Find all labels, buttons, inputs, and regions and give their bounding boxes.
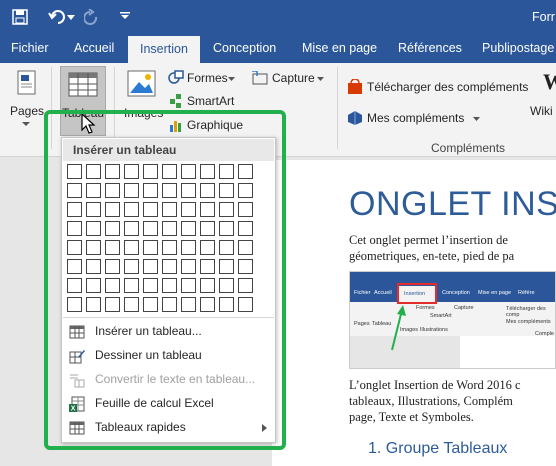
window-title: Forr	[532, 10, 555, 24]
ribbon-tabs: Fichier Accueil Insertion Conception Mis…	[0, 34, 556, 63]
wiki-button[interactable]: Wiki	[530, 104, 553, 118]
tab-references[interactable]: Références	[398, 34, 462, 63]
mes-complements-button[interactable]: Mes compléments	[367, 111, 464, 125]
pages-icon[interactable]	[16, 70, 38, 98]
mini-tab: Accueil	[374, 290, 392, 296]
mini-label: Pages	[354, 321, 370, 327]
undo-icon[interactable]	[48, 9, 66, 25]
tab-accueil[interactable]: Accueil	[74, 34, 114, 63]
title-bar: Forr	[0, 0, 556, 34]
document-heading: ONGLET INSE	[349, 185, 556, 223]
red-annotation-box	[397, 283, 437, 304]
paragraph-line: tableaux, Illustrations, Complém	[349, 394, 513, 408]
pages-dropdown-icon	[22, 122, 30, 126]
shapes-icon	[168, 70, 184, 84]
tab-publipostage[interactable]: Publipostage	[482, 34, 554, 63]
tab-fichier[interactable]: Fichier	[11, 34, 49, 63]
mini-tab: Conception	[442, 290, 470, 296]
tab-mise-en-page[interactable]: Mise en page	[302, 34, 377, 63]
store-icon	[348, 79, 362, 94]
smartart-icon	[170, 94, 181, 108]
mini-label: SmartArt	[430, 313, 452, 319]
capture-dropdown-icon	[317, 77, 324, 81]
paragraph-line: page, Texte et Symboles.	[349, 410, 474, 424]
mini-label: Illustrations	[420, 327, 448, 333]
formes-dropdown-icon	[228, 77, 235, 81]
pages-button[interactable]: Pages	[10, 104, 44, 118]
mini-tab: Mise en page	[478, 290, 512, 296]
wikipedia-icon[interactable]: W	[543, 69, 556, 95]
mini-label: Capture	[454, 305, 474, 311]
smartart-button[interactable]: SmartArt	[187, 94, 234, 108]
formes-button[interactable]: Formes	[187, 71, 228, 85]
save-icon[interactable]	[12, 9, 28, 25]
my-addins-icon	[348, 111, 362, 125]
paragraph-line: Cet onglet permet l’insertion de	[349, 233, 508, 247]
document-subheading: 1. Groupe Tableaux	[368, 440, 508, 457]
mini-label: Mes compléments	[506, 319, 551, 325]
document-page[interactable]: ONGLET INSE Cet onglet permet l’insertio…	[272, 160, 556, 466]
mini-tab: Référe	[518, 290, 535, 296]
table-icon	[68, 72, 98, 97]
complements-group-label: Compléments	[431, 141, 506, 155]
green-highlight-frame	[44, 110, 286, 450]
capture-button[interactable]: Capture	[272, 71, 315, 85]
tab-conception[interactable]: Conception	[213, 34, 276, 63]
paragraph-line: L’onglet Insertion de Word 2016 c	[349, 378, 521, 392]
telecharger-complements-button[interactable]: Télécharger des compléments	[367, 80, 528, 94]
mes-complements-dropdown-icon	[473, 117, 480, 121]
undo-dropdown-icon[interactable]	[67, 15, 75, 21]
screenshot-icon	[252, 71, 268, 85]
mini-tab: Fichier	[354, 290, 371, 296]
embedded-screenshot: Fichier Accueil Insertion Conception Mis…	[349, 271, 556, 369]
tab-insertion[interactable]: Insertion	[128, 36, 200, 63]
images-icon[interactable]	[127, 70, 157, 98]
paragraph-line: géometriques, en-tete, pied de pa	[349, 249, 515, 263]
mini-label: Télécharger des comp	[506, 306, 546, 318]
redo-icon[interactable]	[84, 9, 100, 25]
green-arrow-icon	[391, 305, 406, 351]
customize-toolbar-icon[interactable]	[120, 12, 130, 20]
